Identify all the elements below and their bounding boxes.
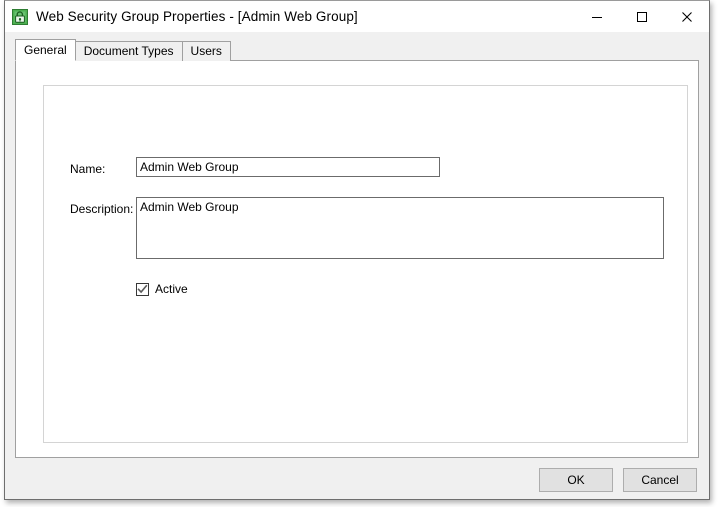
checkmark-icon (137, 284, 148, 293)
maximize-button[interactable] (619, 1, 664, 32)
tab-document-types[interactable]: Document Types (74, 41, 183, 61)
minimize-icon (591, 16, 602, 18)
dialog-footer: OK Cancel (5, 457, 709, 499)
tab-general[interactable]: General (15, 39, 76, 61)
close-button[interactable] (664, 1, 709, 32)
description-label: Description: (70, 202, 134, 216)
title-bar: Web Security Group Properties - [Admin W… (5, 1, 709, 32)
window-controls (574, 1, 709, 32)
general-group-box: Name: Description: Active (43, 85, 688, 443)
tab-users[interactable]: Users (181, 41, 231, 61)
ok-button[interactable]: OK (539, 468, 613, 492)
maximize-icon (636, 11, 647, 22)
properties-dialog-window: Web Security Group Properties - [Admin W… (4, 0, 710, 500)
minimize-button[interactable] (574, 1, 619, 32)
window-title: Web Security Group Properties - [Admin W… (36, 9, 358, 24)
web-security-group-icon (12, 8, 28, 25)
active-checkbox[interactable] (136, 282, 149, 296)
cancel-button[interactable]: Cancel (623, 468, 697, 492)
active-checkbox-label: Active (155, 282, 188, 296)
active-checkbox-row[interactable]: Active (136, 282, 188, 296)
name-input[interactable] (136, 157, 440, 177)
name-label: Name: (70, 162, 106, 176)
description-textarea[interactable] (136, 197, 664, 259)
close-icon (681, 11, 692, 22)
tab-page-general: Name: Description: Active (15, 60, 699, 458)
tab-strip: General Document Types Users (15, 39, 231, 61)
